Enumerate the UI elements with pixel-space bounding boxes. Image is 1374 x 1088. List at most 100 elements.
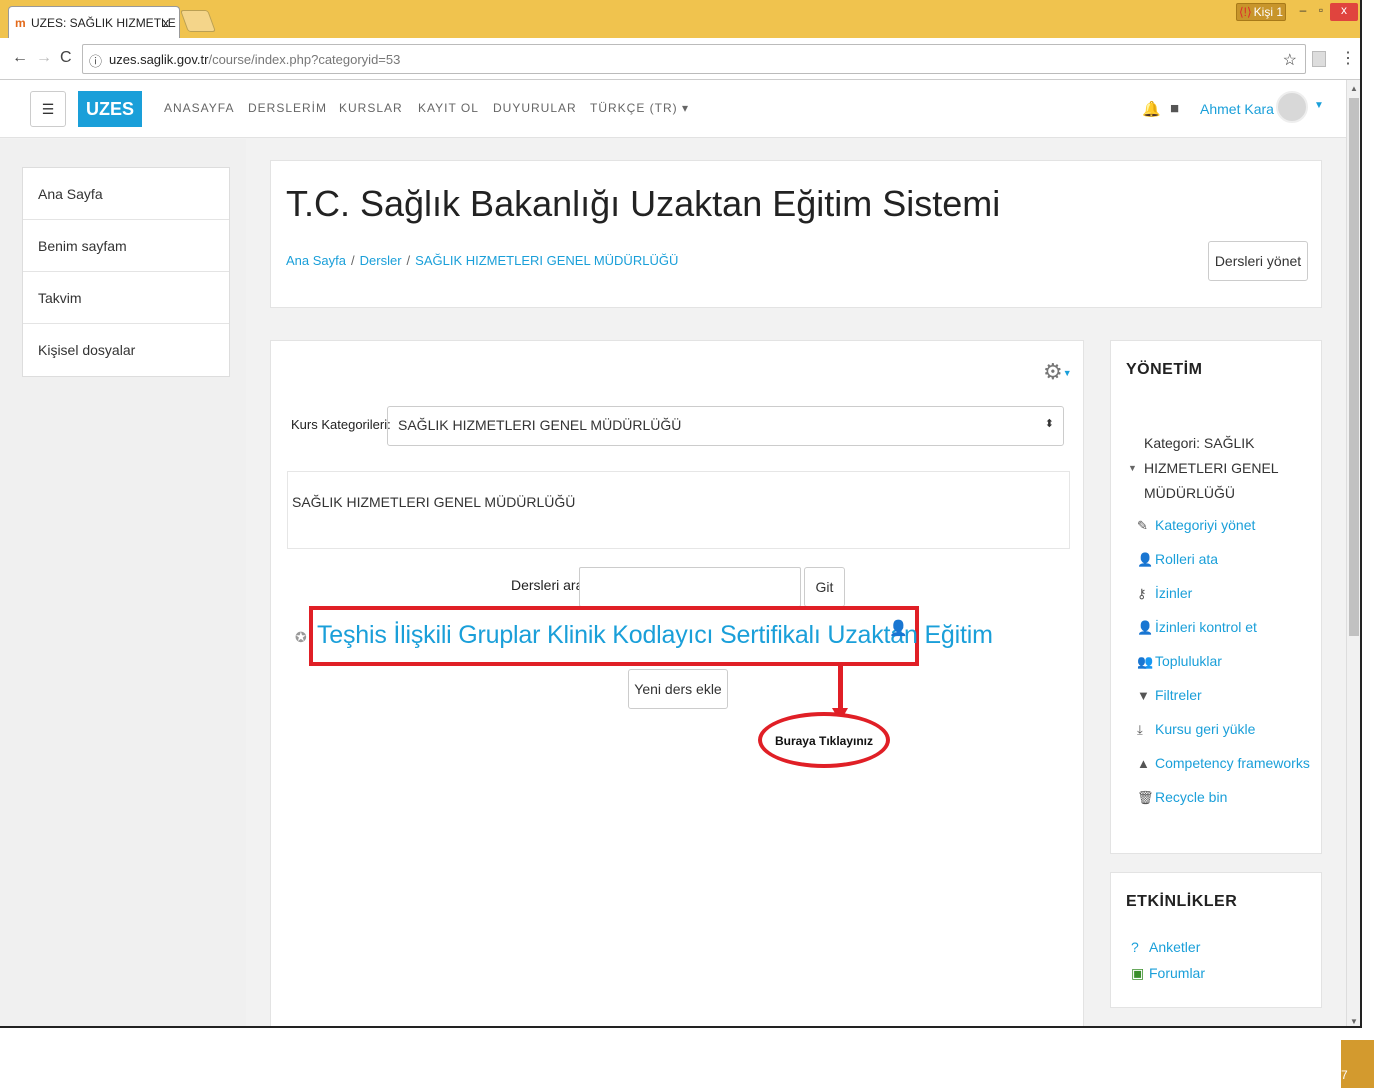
admin-link-label: İzinleri kontrol et xyxy=(1155,619,1257,635)
admin-link-label: İzinler xyxy=(1155,585,1193,601)
user-role-icon: 👤 xyxy=(1137,552,1154,567)
add-course-button[interactable]: Yeni ders ekle xyxy=(628,669,728,709)
activity-link-forumlar[interactable]: ▣ Forumlar xyxy=(1131,965,1205,982)
user-check-icon: 👤 xyxy=(1137,620,1154,635)
user-menu-chevron-icon[interactable]: ▼ xyxy=(1314,100,1324,111)
drawer-nav-list: Ana Sayfa Benim sayfam Takvim Kişisel do… xyxy=(22,167,230,377)
main-region: ⚙▼ Kurs Kategorileri: SAĞLIK HIZMETLERI … xyxy=(270,340,1084,1026)
maximize-icon[interactable]: ▫ xyxy=(1312,3,1330,21)
manage-courses-button[interactable]: Dersleri yönet xyxy=(1208,241,1308,281)
url-host: uzes.saglik.gov.tr xyxy=(109,52,209,67)
user-name[interactable]: Ahmet Kara xyxy=(1200,101,1274,117)
breadcrumb-separator: / xyxy=(351,253,355,268)
nav-drawer: Ana Sayfa Benim sayfam Takvim Kişisel do… xyxy=(0,139,246,1026)
administration-block: YÖNETİM ▼ Kategori: SAĞLIK HIZMETLERI GE… xyxy=(1110,340,1322,854)
scroll-up-icon[interactable]: ▲ xyxy=(1350,84,1358,93)
breadcrumb-home[interactable]: Ana Sayfa xyxy=(286,253,346,268)
course-search-label: Dersleri ara xyxy=(511,577,584,593)
address-row: ← → C ⓘ uzes.saglik.gov.tr/course/index.… xyxy=(0,38,1360,80)
question-icon: ? xyxy=(1131,939,1139,955)
category-description: SAĞLIK HIZMETLERI GENEL MÜDÜRLÜĞÜ xyxy=(287,471,1070,549)
bookmark-star-icon[interactable]: ☆ xyxy=(1283,50,1297,70)
admin-link-label: Filtreler xyxy=(1155,687,1202,703)
forward-arrow-icon[interactable]: → xyxy=(36,49,52,67)
admin-link-izinleri-kontrol-et[interactable]: 👤 İzinleri kontrol et xyxy=(1137,619,1257,636)
annotation-arrow-line xyxy=(838,666,843,712)
breadcrumb-dersler[interactable]: Dersler xyxy=(360,253,402,268)
category-select[interactable]: SAĞLIK HIZMETLERI GENEL MÜDÜRLÜĞÜ ⬍ xyxy=(387,406,1064,446)
profile-button[interactable]: ⟨!⟩ Kişi 1 xyxy=(1236,3,1286,21)
drawer-toggle-button[interactable]: ☰ xyxy=(30,91,66,127)
expand-triangle-icon[interactable]: ▼ xyxy=(1128,456,1137,481)
search-go-button[interactable]: Git xyxy=(804,567,845,607)
gear-icon[interactable]: ⚙▼ xyxy=(1043,359,1072,385)
nav-language[interactable]: TÜRKÇE (TR) ▾ xyxy=(590,101,689,115)
nav-duyurular[interactable]: DUYURULAR xyxy=(493,101,577,115)
browser-titlebar: m UZES: SAĞLIK HIZMETLE x ⟨!⟩ Kişi 1 – ▫ … xyxy=(0,0,1360,38)
nav-kurslar[interactable]: KURSLAR xyxy=(339,101,403,115)
admin-link-label: Rolleri ata xyxy=(1155,551,1219,567)
tab-title: UZES: SAĞLIK HIZMETLE xyxy=(31,16,176,30)
admin-link-rolleri-ata[interactable]: 👤 Rolleri ata xyxy=(1137,551,1218,568)
trash-icon: 🗑 xyxy=(1137,790,1154,805)
new-tab-button[interactable] xyxy=(179,10,217,32)
drawer-item-kisisel-dosyalar[interactable]: Kişisel dosyalar xyxy=(23,324,229,376)
drawer-item-takvim[interactable]: Takvim xyxy=(23,272,229,324)
avatar[interactable] xyxy=(1276,91,1308,123)
breadcrumb: Ana Sayfa / Dersler / SAĞLIK HIZMETLERI GENE… xyxy=(286,253,678,268)
enrolment-person-icon: 👤 xyxy=(889,620,908,637)
extension-icon[interactable] xyxy=(1312,51,1326,67)
page-scrollbar[interactable]: ▲ ▼ xyxy=(1346,80,1360,1026)
site-info-icon[interactable]: ⓘ xyxy=(89,51,102,70)
admin-link-competency-frameworks[interactable]: ▲ Competency frameworks xyxy=(1137,755,1310,771)
chevron-down-icon: ▼ xyxy=(1062,368,1072,379)
admin-link-label: Recycle bin xyxy=(1155,789,1228,805)
site-brand[interactable]: UZES xyxy=(78,91,142,127)
category-label: Kurs Kategorileri: xyxy=(291,417,391,432)
address-bar[interactable]: ⓘ uzes.saglik.gov.tr/course/index.php?ca… xyxy=(82,44,1306,74)
window-close-icon[interactable]: x xyxy=(1330,3,1358,21)
activity-link-anketler[interactable]: ? Anketler xyxy=(1131,939,1200,955)
nav-derslerim[interactable]: DERSLERİM xyxy=(248,101,327,115)
drawer-item-benim-sayfam[interactable]: Benim sayfam xyxy=(23,220,229,272)
url-path: /course/index.php?categoryid=53 xyxy=(208,52,401,67)
notification-bell-icon[interactable]: 🔔 xyxy=(1142,100,1161,118)
admin-link-kursu-geri-yukle[interactable]: ⤓ Kursu geri yükle xyxy=(1137,721,1255,738)
nav-kayit-ol[interactable]: KAYIT OL xyxy=(418,101,479,115)
competency-icon: ▲ xyxy=(1137,756,1150,771)
back-arrow-icon[interactable]: ← xyxy=(12,49,28,67)
breadcrumb-category[interactable]: SAĞLIK HIZMETLERI GENEL MÜDÜRLÜĞÜ xyxy=(415,253,678,268)
filter-icon: ▼ xyxy=(1137,688,1150,703)
reload-icon[interactable]: C xyxy=(60,49,72,67)
minimize-icon[interactable]: – xyxy=(1294,3,1312,21)
forum-icon: ▣ xyxy=(1131,965,1145,981)
moodle-favicon-icon: m xyxy=(15,16,26,30)
annotation-callout: Buraya Tıklayınız xyxy=(758,712,890,768)
users-icon: 👥 xyxy=(1137,654,1154,669)
browser-tab[interactable]: m UZES: SAĞLIK HIZMETLE x xyxy=(8,6,180,38)
admin-link-recycle-bin[interactable]: 🗑Recycle bin xyxy=(1137,789,1227,806)
admin-link-label: Kursu geri yükle xyxy=(1155,721,1256,737)
admin-link-label: Topluluklar xyxy=(1155,653,1222,669)
admin-link-label: Kategoriyi yönet xyxy=(1155,517,1256,533)
restore-icon: ⤓ xyxy=(1137,722,1143,737)
admin-link-topluluklar[interactable]: 👥 Topluluklar xyxy=(1137,653,1222,670)
breadcrumb-separator: / xyxy=(406,253,411,268)
course-search-input[interactable] xyxy=(579,567,801,607)
scroll-down-icon[interactable]: ▼ xyxy=(1350,1017,1358,1026)
admin-link-filtreler[interactable]: ▼ Filtreler xyxy=(1137,687,1202,703)
nav-anasayfa[interactable]: ANASAYFA xyxy=(164,101,234,115)
messages-icon[interactable]: ■ xyxy=(1170,100,1179,117)
browser-menu-icon[interactable]: ⋮ xyxy=(1340,48,1356,68)
admin-link-kategoriyi-yonet[interactable]: ✎ Kategoriyi yönet xyxy=(1137,517,1255,534)
drawer-item-ana-sayfa[interactable]: Ana Sayfa xyxy=(23,168,229,220)
profile-badge-icon: ⟨!⟩ xyxy=(1238,5,1252,19)
category-selected-value: SAĞLIK HIZMETLERI GENEL MÜDÜRLÜĞÜ xyxy=(398,417,682,433)
admin-link-izinler[interactable]: ⚷ İzinler xyxy=(1137,585,1192,602)
tab-close-icon[interactable]: x xyxy=(163,15,170,30)
category-node[interactable]: ▼ Kategori: SAĞLIK HIZMETLERI GENEL MÜDÜ… xyxy=(1128,431,1314,506)
taskbar-corner: 7 xyxy=(1341,1040,1374,1088)
activities-block: ETKİNLİKLER ? Anketler ▣ Forumlar xyxy=(1110,872,1322,1008)
scrollbar-thumb[interactable] xyxy=(1349,98,1359,636)
key-icon: ⚷ xyxy=(1137,586,1147,601)
